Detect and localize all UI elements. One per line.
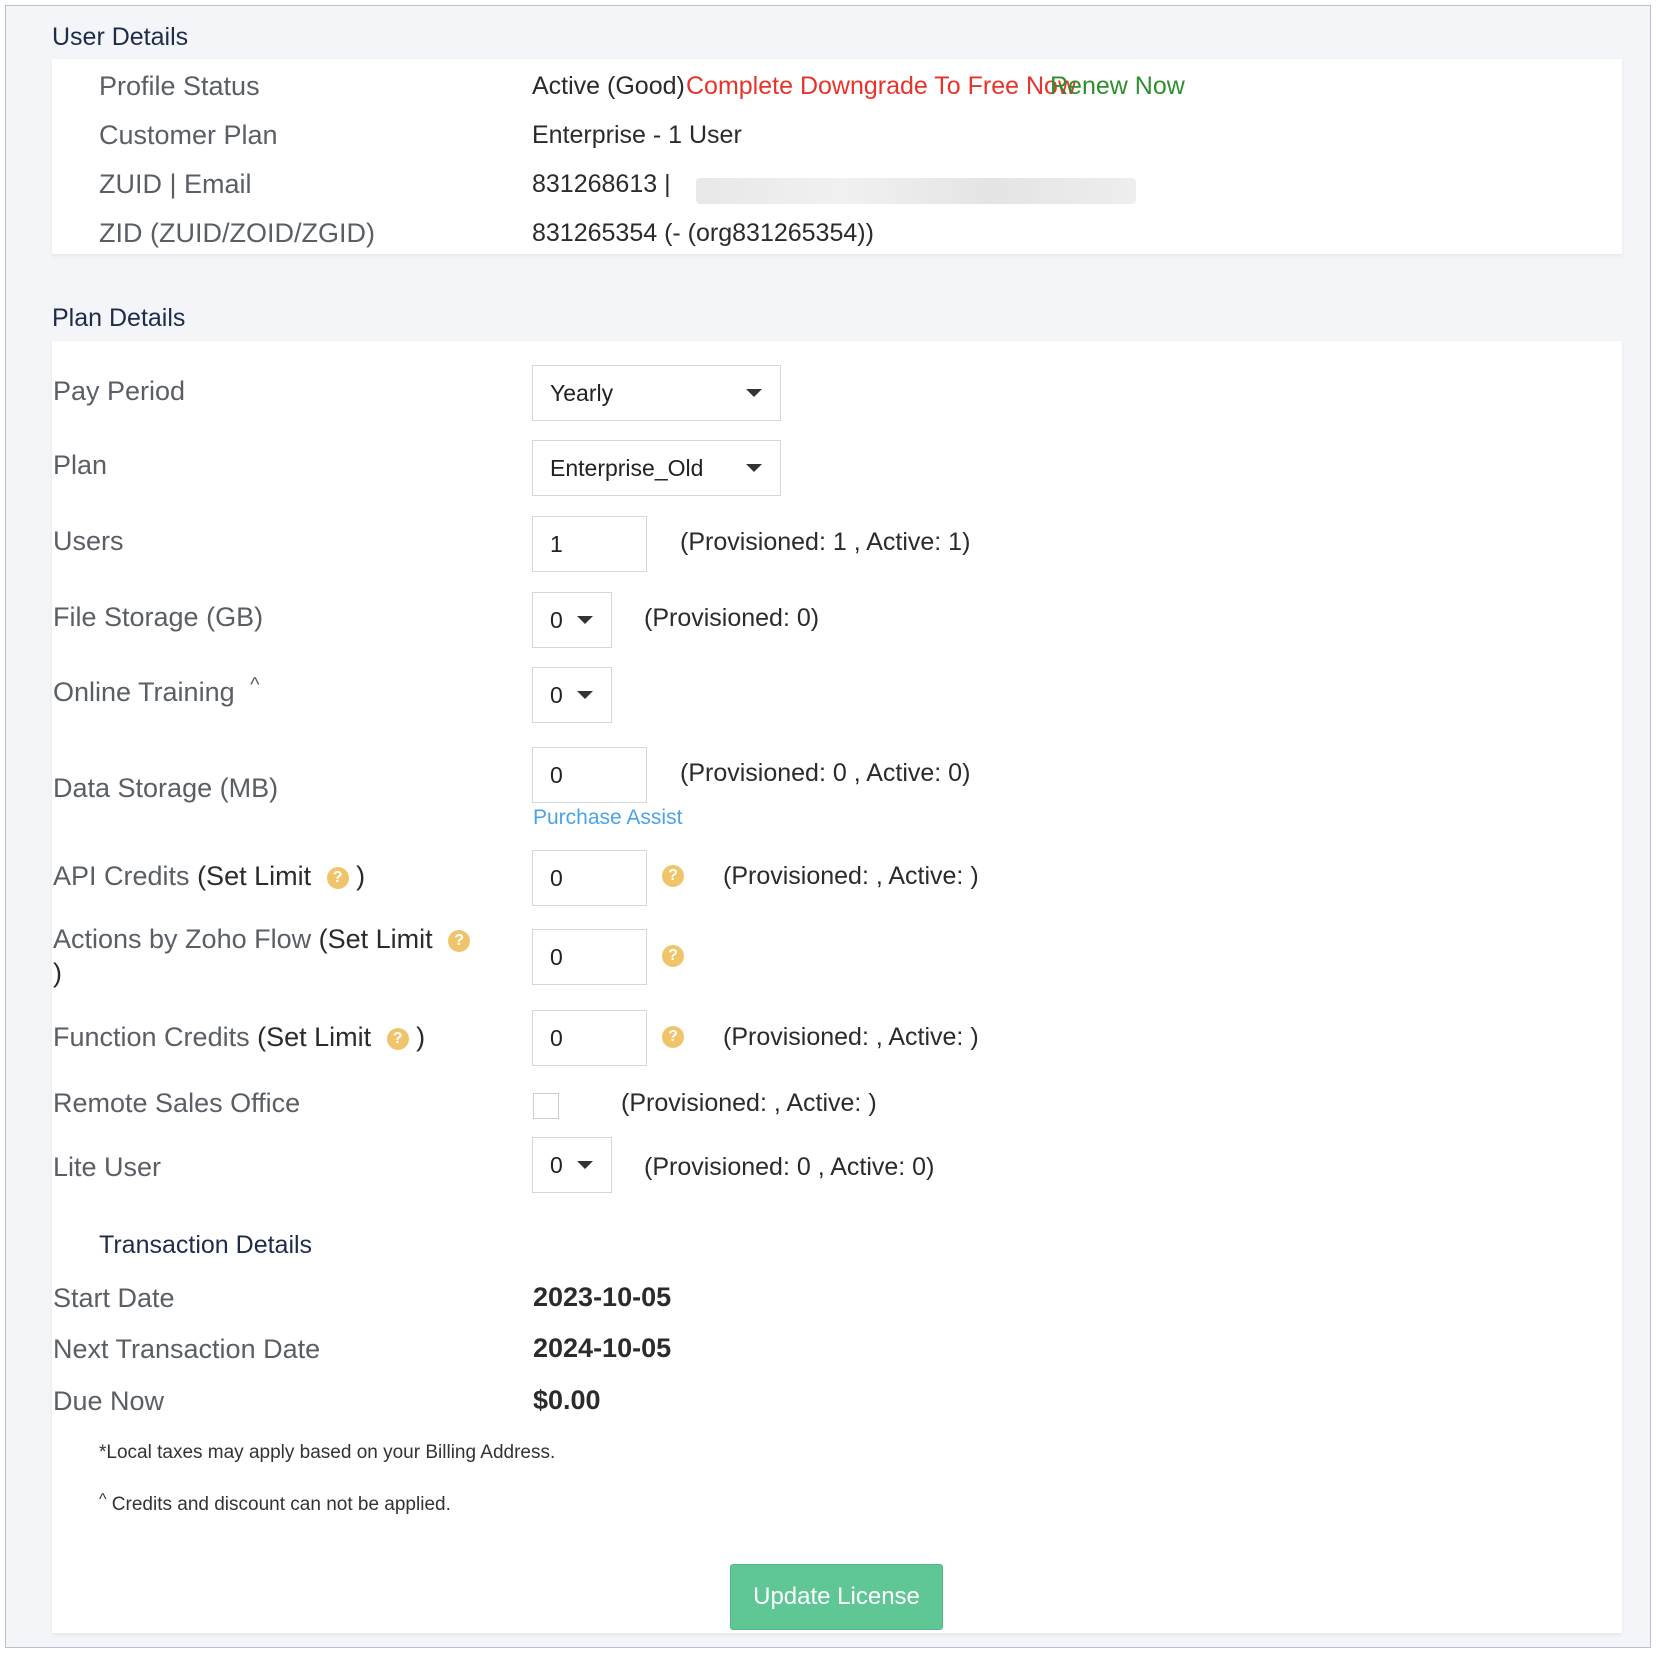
plan-details-title: Plan Details xyxy=(52,304,186,332)
update-license-button[interactable]: Update License xyxy=(730,1564,943,1630)
function-credits-text: Function Credits xyxy=(53,1022,250,1052)
remote-sales-note: (Provisioned: , Active: ) xyxy=(621,1089,877,1117)
help-icon[interactable]: ? xyxy=(326,866,349,889)
start-date-value: 2023-10-05 xyxy=(533,1282,672,1312)
users-provisioned-note: (Provisioned: 1 , Active: 1) xyxy=(680,528,971,556)
plan-label: Plan xyxy=(53,450,108,480)
next-transaction-value: 2024-10-05 xyxy=(533,1333,672,1363)
online-training-label: Online Training ^ xyxy=(53,674,260,708)
api-credits-text: API Credits xyxy=(53,861,190,891)
page-frame: User Details Profile Status Active (Good… xyxy=(5,5,1651,1648)
chevron-down-icon xyxy=(746,389,762,397)
zoho-flow-input[interactable]: 0 xyxy=(532,929,647,985)
zoho-flow-text: Actions by Zoho Flow xyxy=(53,924,312,954)
lite-user-value: 0 xyxy=(550,1152,563,1178)
set-limit-text: (Set Limit xyxy=(257,1022,372,1052)
close-paren: ) xyxy=(53,958,62,988)
help-icon[interactable]: ? xyxy=(662,1026,684,1048)
renew-now-link[interactable]: Renew Now xyxy=(1050,72,1185,101)
remote-sales-checkbox[interactable] xyxy=(533,1093,559,1119)
data-storage-note: (Provisioned: 0 , Active: 0) xyxy=(680,759,971,787)
lite-user-note: (Provisioned: 0 , Active: 0) xyxy=(644,1153,935,1181)
credits-marker: ^ xyxy=(99,1491,107,1508)
user-details-title: User Details xyxy=(52,23,189,51)
remote-sales-label: Remote Sales Office xyxy=(53,1088,301,1118)
zid-label: ZID (ZUID/ZOID/ZGID) xyxy=(99,218,375,248)
plan-select[interactable]: Enterprise_Old xyxy=(532,440,781,496)
tax-note: *Local taxes may apply based on your Bil… xyxy=(99,1442,556,1463)
lite-user-label: Lite User xyxy=(53,1152,162,1182)
zuid-email-label: ZUID | Email xyxy=(99,169,252,199)
chevron-down-icon xyxy=(577,691,593,699)
users-label: Users xyxy=(53,526,124,556)
pay-period-label: Pay Period xyxy=(53,376,186,406)
user-details-card: Profile Status Active (Good) Complete Do… xyxy=(52,59,1622,254)
function-credits-label: Function Credits (Set Limit ? ) xyxy=(53,1022,425,1053)
help-icon[interactable]: ? xyxy=(386,1027,409,1050)
start-date-label: Start Date xyxy=(53,1283,175,1313)
pay-period-value: Yearly xyxy=(550,380,614,406)
online-training-select[interactable]: 0 xyxy=(532,667,612,723)
online-training-marker: ^ xyxy=(250,674,260,696)
redacted-email xyxy=(696,178,1136,204)
pay-period-select[interactable]: Yearly xyxy=(532,365,781,421)
online-training-value: 0 xyxy=(550,682,563,708)
credits-note-text: Credits and discount can not be applied. xyxy=(111,1494,451,1515)
help-icon[interactable]: ? xyxy=(662,945,684,967)
purchase-assist-link[interactable]: Purchase Assist xyxy=(533,806,682,830)
chevron-down-icon xyxy=(577,1161,593,1169)
transaction-details-title: Transaction Details xyxy=(99,1231,313,1259)
file-storage-note: (Provisioned: 0) xyxy=(644,604,820,632)
zid-value: 831265354 (- (org831265354)) xyxy=(532,219,874,247)
next-transaction-label: Next Transaction Date xyxy=(53,1334,321,1364)
zuid-email-value: 831268613 | xyxy=(532,170,671,198)
customer-plan-label: Customer Plan xyxy=(99,120,278,150)
file-storage-label: File Storage (GB) xyxy=(53,602,264,632)
set-limit-text: (Set Limit xyxy=(318,924,433,954)
file-storage-select[interactable]: 0 xyxy=(532,592,612,648)
data-storage-input[interactable]: 0 xyxy=(532,747,647,803)
function-credits-note: (Provisioned: , Active: ) xyxy=(723,1023,979,1051)
complete-downgrade-link[interactable]: Complete Downgrade To Free Now xyxy=(686,72,1076,101)
lite-user-select[interactable]: 0 xyxy=(532,1137,612,1193)
chevron-down-icon xyxy=(577,616,593,624)
function-credits-input[interactable]: 0 xyxy=(532,1010,647,1066)
customer-plan-value: Enterprise - 1 User xyxy=(532,121,742,149)
online-training-text: Online Training xyxy=(53,677,235,707)
help-icon[interactable]: ? xyxy=(662,865,684,887)
credits-note: ^ Credits and discount can not be applie… xyxy=(99,1491,451,1516)
due-now-label: Due Now xyxy=(53,1386,165,1416)
api-credits-label: API Credits (Set Limit ? ) xyxy=(53,861,365,892)
chevron-down-icon xyxy=(746,464,762,472)
profile-status-label: Profile Status xyxy=(99,71,260,101)
due-now-value: $0.00 xyxy=(533,1385,601,1415)
file-storage-value: 0 xyxy=(550,607,563,633)
profile-status-value: Active (Good) xyxy=(532,72,685,100)
close-paren: ) xyxy=(416,1022,426,1052)
set-limit-text: (Set Limit xyxy=(197,861,312,891)
api-credits-input[interactable]: 0 xyxy=(532,850,647,906)
users-input[interactable]: 1 xyxy=(532,516,647,572)
plan-value: Enterprise_Old xyxy=(550,455,704,481)
zoho-flow-label: Actions by Zoho Flow (Set Limit ? ) xyxy=(53,922,473,990)
data-storage-label: Data Storage (MB) xyxy=(53,773,279,803)
api-credits-note: (Provisioned: , Active: ) xyxy=(723,862,979,890)
close-paren: ) xyxy=(356,861,366,891)
help-icon[interactable]: ? xyxy=(448,929,471,952)
